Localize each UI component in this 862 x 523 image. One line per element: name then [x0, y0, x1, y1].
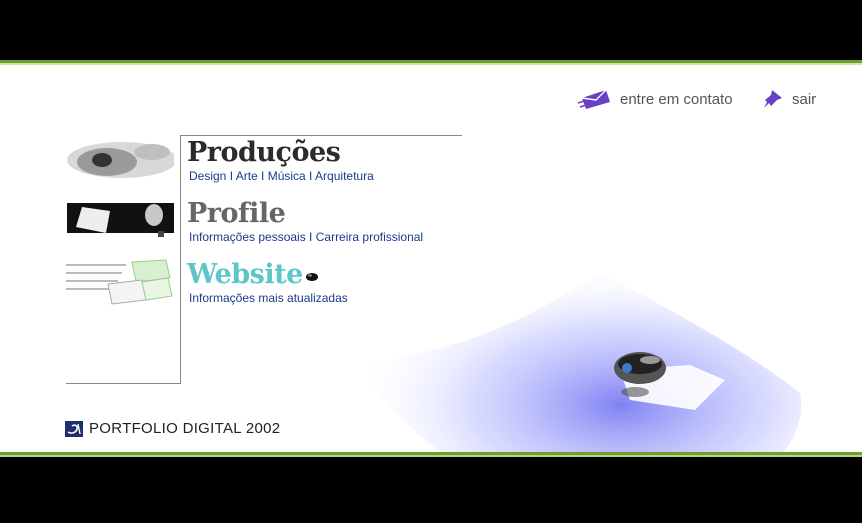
- logout-link[interactable]: sair: [762, 88, 816, 110]
- producoes-title[interactable]: Produções: [187, 138, 374, 168]
- section-producoes: Produções Design I Arte I Música I Arqui…: [187, 138, 374, 184]
- logo-icon: [65, 420, 83, 437]
- pushpin-icon: [764, 90, 782, 108]
- profile-subtitle[interactable]: Informações pessoais I Carreira profissi…: [189, 230, 423, 244]
- website-title[interactable]: Website: [187, 260, 348, 290]
- contact-label: entre em contato: [620, 90, 733, 108]
- decorative-glow: [350, 273, 802, 455]
- mouse-character-icon: [614, 352, 725, 410]
- section-website: Website Informações mais atualizadas: [187, 260, 348, 306]
- section-profile: Profile Informações pessoais I Carreira …: [187, 199, 423, 245]
- profile-thumbnail[interactable]: [62, 199, 174, 243]
- menu-frame-top-border: [180, 135, 462, 136]
- envelope-icon: [578, 89, 610, 109]
- producoes-thumbnail[interactable]: [62, 138, 174, 182]
- website-subtitle[interactable]: Informações mais atualizadas: [189, 291, 348, 305]
- profile-title[interactable]: Profile: [187, 199, 423, 229]
- footer-brand: PORTFOLIO DIGITAL 2002: [65, 420, 280, 437]
- bottom-accent-line-light: [0, 455, 862, 457]
- contact-link[interactable]: entre em contato: [578, 88, 733, 110]
- website-thumbnail[interactable]: [62, 258, 174, 308]
- top-accent-line-light: [0, 63, 862, 65]
- producoes-subtitle[interactable]: Design I Arte I Música I Arquitetura: [189, 169, 374, 183]
- logout-label: sair: [792, 90, 817, 108]
- cursor-blob-icon: [306, 273, 318, 281]
- footer-brand-text: PORTFOLIO DIGITAL 2002: [89, 420, 281, 437]
- top-nav: entre em contato sair: [0, 88, 862, 112]
